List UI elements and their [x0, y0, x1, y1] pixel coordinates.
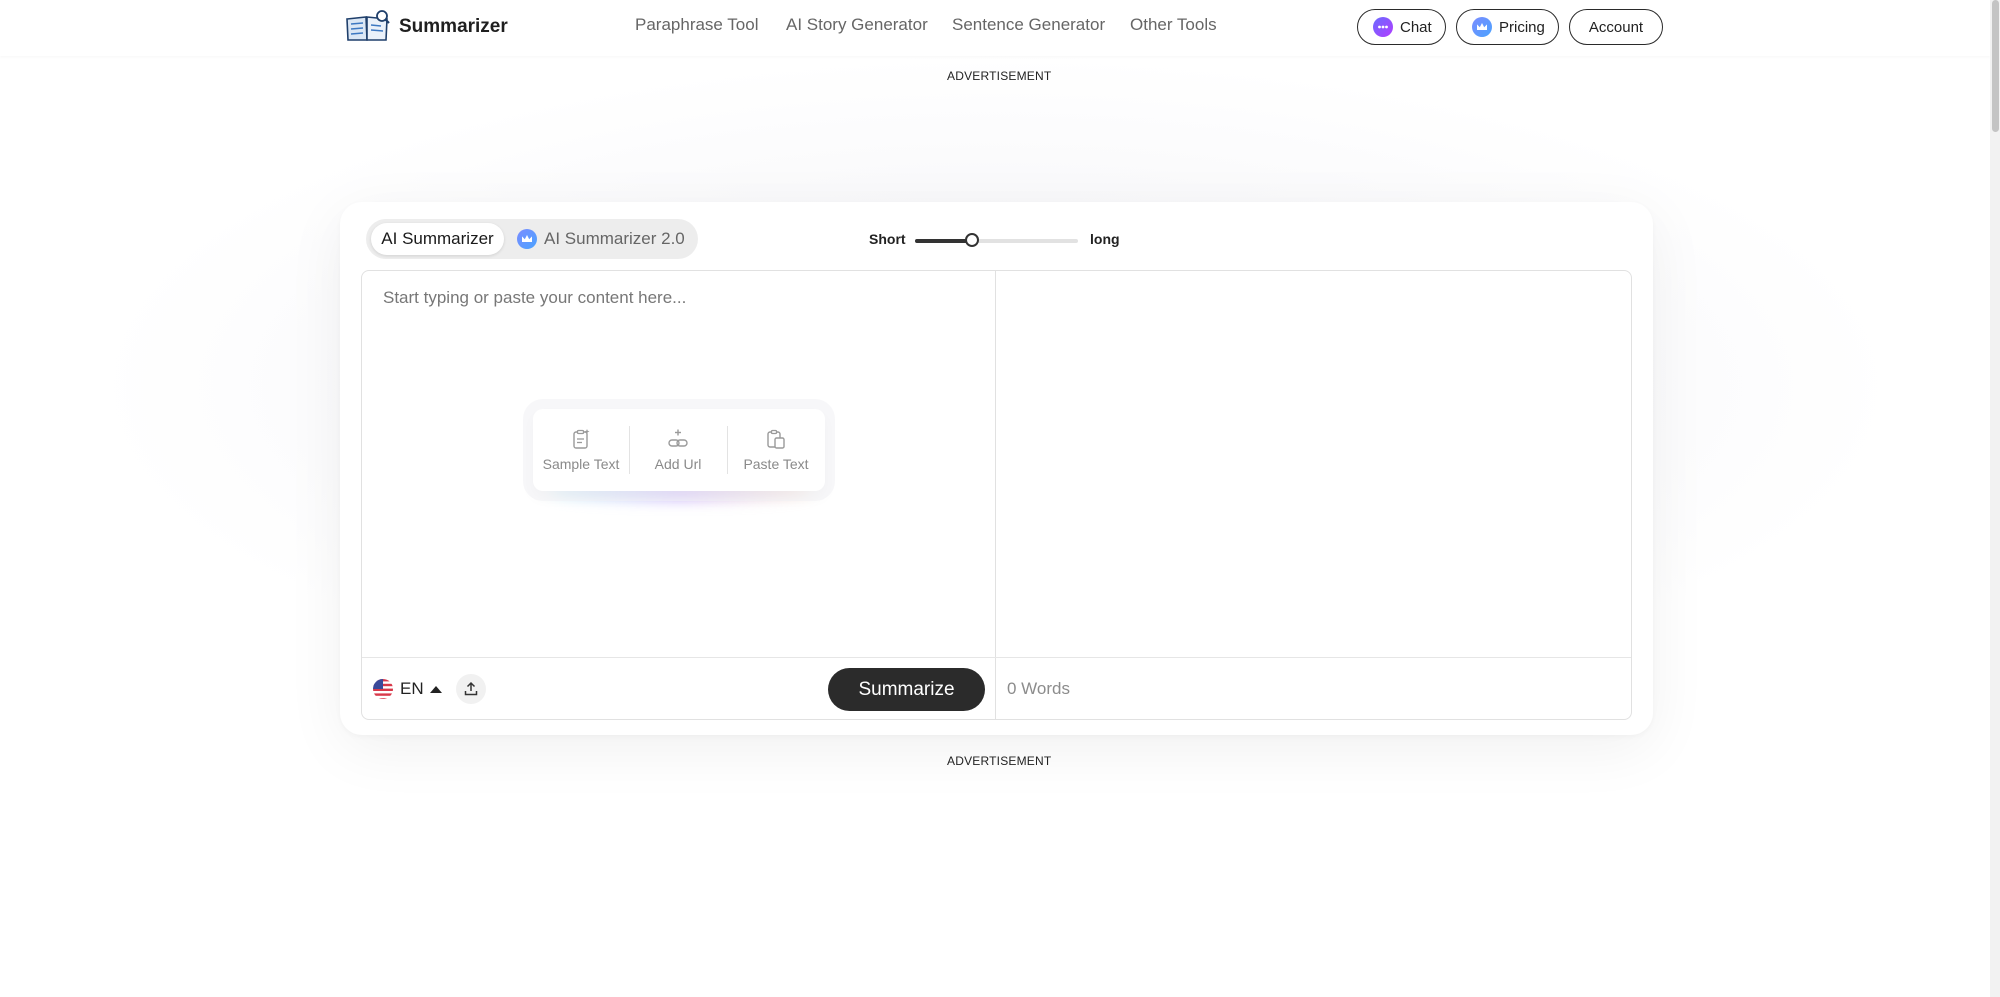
- clipboard-note-icon: [573, 429, 590, 449]
- tab-ai-summarizer-2-label: AI Summarizer 2.0: [544, 229, 685, 248]
- sample-text-label: Sample Text: [542, 456, 620, 472]
- sample-text-button[interactable]: Sample Text: [533, 409, 629, 491]
- paste-clipboard-icon: [767, 429, 785, 449]
- crown-icon: [1472, 17, 1492, 37]
- scrollbar-thumb[interactable]: [1992, 0, 1999, 132]
- language-selector[interactable]: EN: [372, 677, 442, 701]
- panel-divider: [995, 271, 996, 719]
- tab-ai-summarizer[interactable]: AI Summarizer: [371, 223, 504, 255]
- advertisement-label-bottom: ADVERTISEMENT: [947, 754, 1052, 768]
- word-count: 0 Words: [1007, 679, 1070, 698]
- top-header: Summarizer Paraphrase Tool AI Story Gene…: [0, 0, 1990, 56]
- page-scrollbar[interactable]: [1990, 0, 2000, 997]
- language-code: EN: [400, 679, 424, 698]
- upload-button[interactable]: [456, 674, 486, 704]
- chat-button[interactable]: Chat: [1357, 9, 1446, 45]
- add-url-label: Add Url: [654, 456, 702, 472]
- us-flag-icon: [373, 679, 393, 699]
- pricing-button[interactable]: Pricing: [1456, 9, 1559, 45]
- nav-other-tools[interactable]: Other Tools: [1130, 15, 1217, 35]
- account-button[interactable]: Account: [1569, 9, 1663, 45]
- tab-ai-summarizer-2[interactable]: AI Summarizer 2.0: [517, 227, 685, 251]
- summarize-button[interactable]: Summarize: [828, 668, 985, 711]
- slider-thumb[interactable]: [965, 233, 980, 247]
- chat-label: Chat: [1400, 18, 1432, 36]
- brand-name[interactable]: Summarizer: [399, 16, 508, 38]
- paste-text-label: Paste Text: [743, 456, 809, 472]
- footer-divider: [362, 657, 1631, 658]
- nav-paraphrase-tool[interactable]: Paraphrase Tool: [635, 15, 759, 35]
- add-url-button[interactable]: Add Url: [630, 409, 726, 491]
- slider-fill: [915, 239, 973, 243]
- advertisement-label-top: ADVERTISEMENT: [947, 69, 1052, 83]
- length-long-label: long: [1090, 231, 1120, 247]
- nav-ai-story-generator[interactable]: AI Story Generator: [786, 15, 928, 35]
- upload-icon: [464, 681, 478, 696]
- link-add-icon: [668, 429, 688, 447]
- book-logo-icon[interactable]: [345, 9, 390, 43]
- nav-sentence-generator[interactable]: Sentence Generator: [952, 15, 1105, 35]
- length-short-label: Short: [869, 231, 906, 247]
- paste-text-button[interactable]: Paste Text: [728, 409, 824, 491]
- chat-bubble-icon: [1373, 17, 1393, 37]
- crown-icon: [517, 229, 537, 249]
- account-label: Account: [1588, 18, 1644, 36]
- summary-length-slider[interactable]: [915, 233, 1078, 247]
- pricing-label: Pricing: [1499, 18, 1545, 36]
- caret-up-icon: [429, 685, 442, 693]
